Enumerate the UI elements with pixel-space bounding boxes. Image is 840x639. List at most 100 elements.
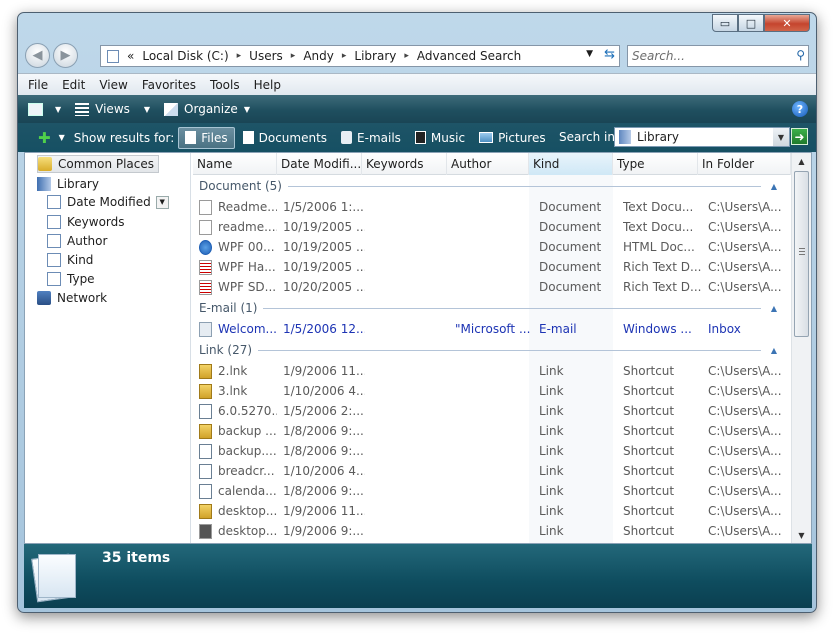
tree-item-keywords[interactable]: Keywords bbox=[47, 213, 125, 231]
shortcut-icon bbox=[199, 403, 212, 419]
go-arrow-icon[interactable]: ➜ bbox=[791, 128, 808, 145]
cell-text: calenda... bbox=[218, 484, 277, 498]
crumb-advanced-search[interactable]: Advanced Search bbox=[417, 49, 521, 63]
crumb-separator-icon[interactable]: ▸ bbox=[404, 51, 409, 61]
organize-button[interactable]: Organize ▼ bbox=[164, 102, 250, 116]
views-button[interactable]: Views ▼ bbox=[75, 102, 150, 116]
column-date-modified[interactable]: Date Modifi... bbox=[277, 153, 362, 175]
menu-help[interactable]: Help bbox=[254, 78, 281, 92]
cell-keywords bbox=[368, 421, 450, 441]
search-in-select[interactable]: Library ▼ bbox=[614, 127, 790, 147]
tree-item-author[interactable]: Author bbox=[47, 232, 107, 250]
cell-folder: C:\Users\A... bbox=[708, 501, 786, 521]
menu-file[interactable]: File bbox=[28, 78, 48, 92]
menu-edit[interactable]: Edit bbox=[62, 78, 85, 92]
layout-button[interactable]: ▼ bbox=[28, 102, 61, 116]
help-icon[interactable]: ? bbox=[792, 101, 808, 117]
crumb-library[interactable]: Library bbox=[354, 49, 396, 63]
crumb-andy[interactable]: Andy bbox=[303, 49, 334, 63]
table-row[interactable]: 6.0.5270... 1/5/2006 2:... Link Shortcut C:\… bbox=[193, 401, 791, 421]
collapse-group-icon[interactable]: ▲ bbox=[771, 182, 777, 191]
table-row[interactable]: 2.lnk 1/9/2006 11... Link Shortcut C:\Users\… bbox=[193, 361, 791, 381]
cell-folder: C:\Users\A... bbox=[708, 401, 786, 421]
collapse-group-icon[interactable]: ▲ bbox=[771, 304, 777, 313]
collapse-group-icon[interactable]: ▲ bbox=[771, 346, 777, 355]
crumb-users[interactable]: Users bbox=[249, 49, 283, 63]
chevron-down-icon[interactable]: ▼ bbox=[773, 128, 789, 146]
tree-item-library[interactable]: Library bbox=[37, 175, 99, 193]
table-row[interactable]: desktop... 1/9/2006 11... Link Shortcut C:\U… bbox=[193, 501, 791, 521]
menu-view[interactable]: View bbox=[99, 78, 127, 92]
table-row[interactable]: desktop... 1/9/2006 9:... Link Shortcut C:\U… bbox=[193, 521, 791, 541]
cell-text: 3.lnk bbox=[218, 384, 248, 398]
chevron-down-icon[interactable]: ▼ bbox=[59, 133, 65, 142]
filter-music[interactable]: Music bbox=[409, 127, 471, 149]
group-header-link[interactable]: Link (27) ▲ bbox=[199, 341, 781, 359]
close-button[interactable]: ✕ bbox=[764, 14, 810, 32]
cell-text: HTML Doc... bbox=[623, 240, 695, 254]
table-row[interactable]: backup.... 1/8/2006 9:... Link Shortcut C:\U… bbox=[193, 441, 791, 461]
table-row[interactable]: readme.... 10/19/2005 ... Document Text Doc… bbox=[193, 217, 791, 237]
cell-text: C:\Users\A... bbox=[708, 484, 782, 498]
address-dropdown-icon[interactable]: ▼ bbox=[586, 49, 593, 59]
crumb-separator-icon[interactable]: ▸ bbox=[342, 51, 347, 61]
column-keywords[interactable]: Keywords bbox=[362, 153, 447, 175]
cell-name: 6.0.5270... bbox=[199, 401, 277, 421]
column-kind[interactable]: Kind bbox=[529, 153, 613, 175]
table-row[interactable]: backup ... 1/8/2006 9:... Link Shortcut C:\U… bbox=[193, 421, 791, 441]
filter-pictures[interactable]: Pictures bbox=[473, 127, 552, 149]
menu-bar: File Edit View Favorites Tools Help bbox=[18, 73, 816, 95]
library-icon bbox=[619, 130, 631, 144]
table-row[interactable]: WPF 00... 10/19/2005 ... Document HTML Doc.… bbox=[193, 237, 791, 257]
cell-name: WPF 00... bbox=[199, 237, 277, 257]
table-row[interactable]: 3.lnk 1/10/2006 4... Link Shortcut C:\Users\… bbox=[193, 381, 791, 401]
vertical-scrollbar[interactable]: ▲ ▼ bbox=[791, 153, 811, 543]
crumb-separator-icon[interactable]: ▸ bbox=[237, 51, 242, 61]
email-icon bbox=[341, 131, 353, 144]
navigation-row: ◀ ▶ « Local Disk (C:) ▸ Users ▸ Andy ▸ L… bbox=[18, 41, 816, 71]
menu-tools[interactable]: Tools bbox=[210, 78, 240, 92]
scroll-down-icon[interactable]: ▼ bbox=[792, 527, 811, 543]
table-row[interactable]: WPF Ha... 10/19/2005 ... Document Rich Text… bbox=[193, 257, 791, 277]
filter-documents[interactable]: Documents bbox=[237, 127, 333, 149]
crumb-separator-icon[interactable]: ▸ bbox=[291, 51, 296, 61]
cell-type: Shortcut bbox=[623, 501, 703, 521]
rtf-file-icon bbox=[199, 259, 212, 275]
column-author[interactable]: Author bbox=[447, 153, 529, 175]
search-icon[interactable]: ⚲ bbox=[796, 48, 805, 62]
item-count: 35 items bbox=[102, 550, 171, 566]
filter-emails[interactable]: E-mails bbox=[335, 127, 407, 149]
column-type[interactable]: Type bbox=[613, 153, 698, 175]
table-row[interactable]: calenda... 1/8/2006 9:... Link Shortcut C:\U… bbox=[193, 481, 791, 501]
cell-text: Document bbox=[539, 260, 602, 274]
cell-author: "Microsoft ... bbox=[455, 319, 535, 339]
tree-item-type[interactable]: Type bbox=[47, 270, 95, 288]
refresh-icon[interactable]: ⇆ bbox=[604, 47, 615, 62]
crumb-local-disk[interactable]: Local Disk (C:) bbox=[142, 49, 228, 63]
group-header-email[interactable]: E-mail (1) ▲ bbox=[199, 299, 781, 317]
back-button[interactable]: ◀ bbox=[25, 43, 50, 68]
table-row[interactable]: Readme... 1/5/2006 1:... Document Text Docu… bbox=[193, 197, 791, 217]
scroll-up-icon[interactable]: ▲ bbox=[792, 153, 811, 169]
address-root[interactable]: « bbox=[127, 49, 134, 63]
group-header-document[interactable]: Document (5) ▲ bbox=[199, 177, 781, 195]
table-row[interactable]: breadcr... 1/10/2006 4... Link Shortcut C:\U… bbox=[193, 461, 791, 481]
tree-item-date-modified[interactable]: Date Modified ▼ bbox=[47, 193, 169, 211]
forward-button[interactable]: ▶ bbox=[53, 43, 78, 68]
address-bar[interactable]: « Local Disk (C:) ▸ Users ▸ Andy ▸ Libra… bbox=[100, 45, 620, 67]
table-row[interactable]: Welcom... 1/5/2006 12... "Microsoft ... E-m… bbox=[193, 319, 791, 339]
column-name[interactable]: Name bbox=[193, 153, 277, 175]
add-filter-icon[interactable]: ✚ bbox=[38, 129, 51, 147]
filter-files[interactable]: Files bbox=[178, 126, 235, 149]
chevron-down-icon[interactable]: ▼ bbox=[155, 195, 169, 209]
menu-favorites[interactable]: Favorites bbox=[142, 78, 196, 92]
scrollbar-thumb[interactable] bbox=[794, 171, 809, 337]
tree-item-network[interactable]: Network bbox=[37, 289, 107, 307]
tree-item-common-places[interactable]: Common Places bbox=[37, 155, 160, 173]
table-row[interactable]: WPF SD... 10/20/2005 ... Document Rich Text… bbox=[193, 277, 791, 297]
minimize-button[interactable]: ▭ bbox=[712, 14, 738, 32]
tree-item-kind[interactable]: Kind bbox=[47, 251, 93, 269]
maximize-button[interactable]: □ bbox=[738, 14, 764, 32]
column-in-folder[interactable]: In Folder bbox=[698, 153, 791, 175]
search-input[interactable]: Search... ⚲ bbox=[627, 45, 809, 67]
